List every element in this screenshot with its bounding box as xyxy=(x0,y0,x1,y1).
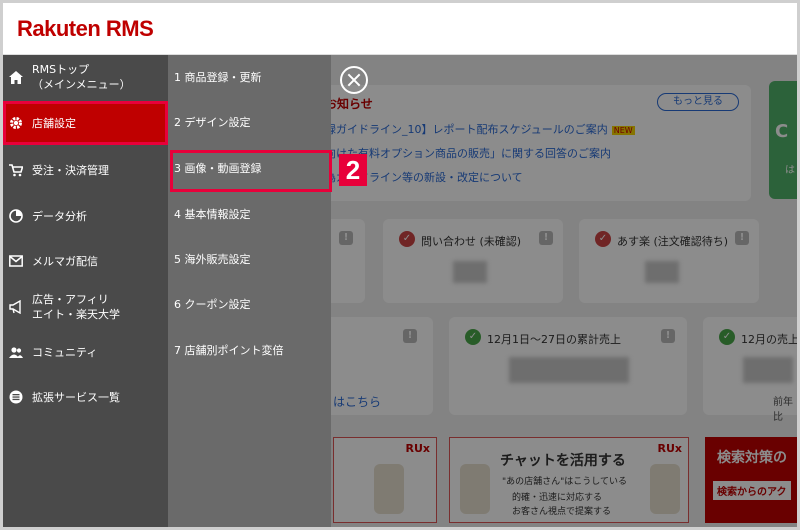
sidebar-item-label: 広告・アフィリ エイト・楽天大学 xyxy=(32,293,120,321)
sidebar-item-store-settings[interactable]: 店舗設定 xyxy=(3,101,168,145)
submenu-item-basic-info-settings[interactable]: 4 基本情報設定 xyxy=(174,205,251,225)
sidebar-item-label: 店舗設定 xyxy=(32,116,76,130)
mail-icon xyxy=(9,254,23,268)
home-icon xyxy=(9,70,23,84)
sidebar-item-label: データ分析 xyxy=(32,209,87,223)
main-sidebar: RMSトップ （メインメニュー） 店舗設定 受注・決済管理 データ分析 メルマガ… xyxy=(3,55,168,527)
megaphone-icon xyxy=(9,300,23,314)
people-icon xyxy=(9,345,23,359)
submenu-item-coupon-settings[interactable]: 6 クーポン設定 xyxy=(174,295,251,315)
sidebar-item-community[interactable]: コミュニティ xyxy=(3,330,168,374)
store-settings-submenu: 1 商品登録・更新 2 デザイン設定 3 画像・動画登録 4 基本情報設定 5 … xyxy=(168,55,331,527)
rakuten-rms-logo[interactable]: Rakuten RMS xyxy=(17,16,154,42)
submenu-item-product-registration[interactable]: 1 商品登録・更新 xyxy=(174,68,262,88)
top-header: Rakuten RMS xyxy=(3,3,797,55)
list-icon xyxy=(9,390,23,404)
submenu-item-point-multiplier[interactable]: 7 店舗別ポイント変倍 xyxy=(174,341,284,361)
sidebar-item-mail-magazine[interactable]: メルマガ配信 xyxy=(3,239,168,283)
sidebar-item-label: 受注・決済管理 xyxy=(32,163,109,177)
sidebar-item-label: 拡張サービス一覧 xyxy=(32,390,120,404)
sidebar-item-label: RMSトップ （メインメニュー） xyxy=(32,63,131,91)
highlight-frame xyxy=(170,150,332,192)
sidebar-item-analytics[interactable]: データ分析 xyxy=(3,194,168,238)
step-number-badge: 2 xyxy=(339,154,367,186)
close-icon[interactable] xyxy=(340,66,368,94)
sidebar-item-orders[interactable]: 受注・決済管理 xyxy=(3,148,168,192)
sidebar-item-rms-top[interactable]: RMSトップ （メインメニュー） xyxy=(3,55,168,99)
submenu-item-overseas-sales-settings[interactable]: 5 海外販売設定 xyxy=(174,250,251,270)
sidebar-item-label: コミュニティ xyxy=(32,345,98,359)
sidebar-item-ads-affiliate[interactable]: 広告・アフィリ エイト・楽天大学 xyxy=(3,285,168,329)
sidebar-item-label: メルマガ配信 xyxy=(32,254,98,268)
sidebar-item-extensions[interactable]: 拡張サービス一覧 xyxy=(3,375,168,419)
cart-icon xyxy=(9,163,23,177)
app-window: Rakuten RMS お知らせ もっと見る 録ガイドライン_10】レポート配布… xyxy=(0,0,800,530)
submenu-item-design-settings[interactable]: 2 デザイン設定 xyxy=(174,113,251,133)
gear-icon xyxy=(9,116,23,130)
pie-chart-icon xyxy=(9,209,23,223)
